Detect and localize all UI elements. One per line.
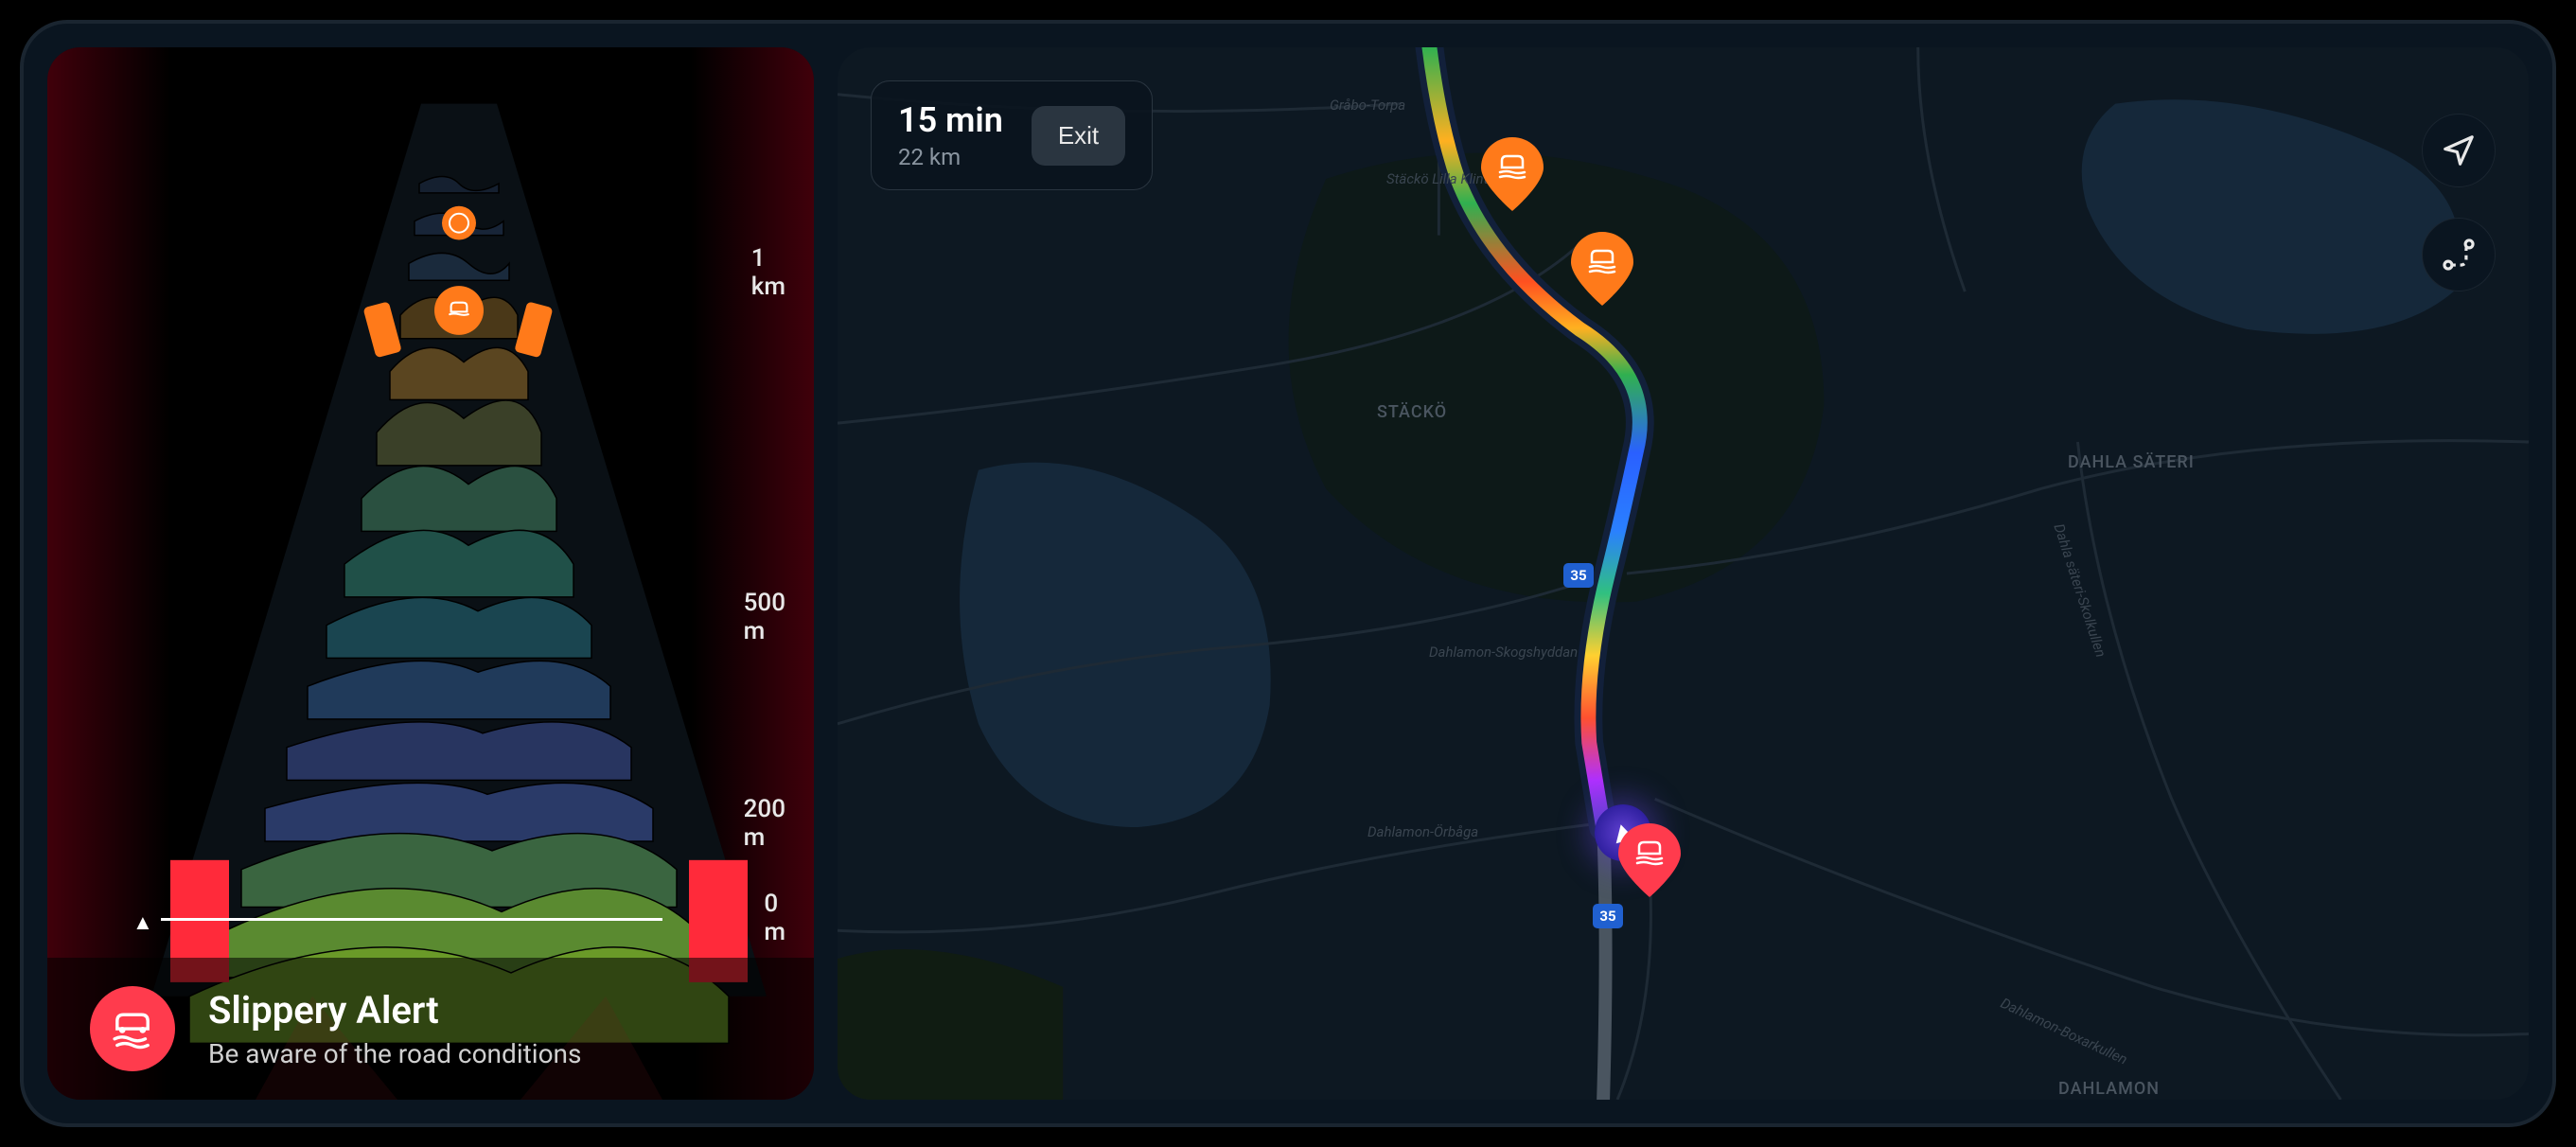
- route-shield: 35: [1593, 904, 1623, 928]
- current-position-line: [161, 918, 662, 921]
- map-road-label: Gråbo-Torpa: [1330, 97, 1405, 114]
- hazard-pin-icon[interactable]: [1571, 232, 1633, 306]
- map-road-label: Dahlamon-Örbåga: [1367, 823, 1478, 840]
- distance-marker: 1 km: [751, 244, 785, 301]
- eta-card: 15 min 22 km Exit: [871, 80, 1153, 190]
- eta-distance: 22 km: [898, 144, 1003, 170]
- distance-marker: 0 m: [764, 890, 785, 946]
- device-frame: 1 km 500 m 200 m 0 m ▲ Slippery Alert Be…: [20, 20, 2556, 1127]
- distance-marker: 200 m: [744, 795, 785, 852]
- road-terrain-visualization: [47, 47, 814, 1100]
- map-place-label: DAHLAMON: [2058, 1079, 2160, 1099]
- route-shield: 35: [1563, 563, 1594, 588]
- hazard-pin-icon[interactable]: [1481, 137, 1544, 211]
- current-position-arrow-icon: ▲: [132, 910, 153, 935]
- hazard-pin-icon[interactable]: [1618, 823, 1681, 897]
- distance-marker: 500 m: [744, 589, 785, 645]
- exit-button[interactable]: Exit: [1032, 106, 1125, 166]
- recenter-button[interactable]: [2422, 114, 2496, 187]
- road-condition-panel: 1 km 500 m 200 m 0 m ▲ Slippery Alert Be…: [47, 47, 814, 1100]
- map-canvas[interactable]: [838, 47, 2529, 1100]
- route-options-button[interactable]: [2422, 218, 2496, 291]
- slippery-icon: [90, 986, 175, 1071]
- route-icon: [2441, 237, 2477, 273]
- eta-time: 15 min: [898, 100, 1003, 140]
- map-place-label: STÄCKÖ: [1377, 402, 1447, 422]
- map-road-label: Stäckö Lilla Klint: [1386, 170, 1488, 187]
- map-road-label: Dahlamon-Skogshyddan: [1429, 644, 1578, 661]
- alert-banner: Slippery Alert Be aware of the road cond…: [47, 958, 814, 1100]
- location-arrow-icon: [2441, 132, 2477, 168]
- alert-title: Slippery Alert: [208, 988, 581, 1032]
- map-place-label: DAHLA SÄTERI: [2068, 452, 2195, 472]
- alert-subtitle: Be aware of the road conditions: [208, 1038, 581, 1069]
- navigation-map[interactable]: STÄCKÖ DAHLA SÄTERI DAHLAMON Gråbo-Torpa…: [838, 47, 2529, 1100]
- alert-text: Slippery Alert Be aware of the road cond…: [208, 988, 581, 1069]
